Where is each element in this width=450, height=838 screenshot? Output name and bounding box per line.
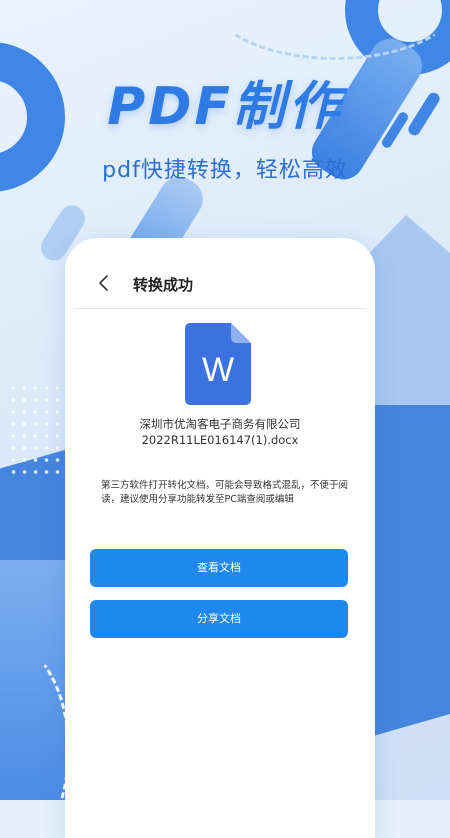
view-document-button[interactable]: 查看文档 [90,549,348,587]
file-name: 深圳市优淘客电子商务有限公司 2022R11LE016147(1).docx [75,416,365,448]
phone-screen: 转换成功 W 深圳市优淘客电子商务有限公司 2022R11LE016147(1)… [65,238,375,838]
chevron-left-icon[interactable] [93,272,115,294]
file-name-line1: 深圳市优淘客电子商务有限公司 [139,417,301,431]
word-letter: W [202,351,234,389]
page-title: 转换成功 [133,276,194,294]
word-document-icon: W [185,323,251,405]
top-bar: 转换成功 [73,264,367,309]
hero-subtitle: pdf快捷转换，轻松高效 [102,158,348,183]
notice-text: 第三方软件打开转化文档，可能会导致格式混乱，不便于阅读，建议使用分享功能转发至P… [101,480,349,505]
decor-dot-grid [8,382,63,478]
hero-title: PDF制作 [107,77,343,137]
share-document-button[interactable]: 分享文档 [90,600,348,638]
file-name-line2: 2022R11LE016147(1).docx [141,433,299,447]
